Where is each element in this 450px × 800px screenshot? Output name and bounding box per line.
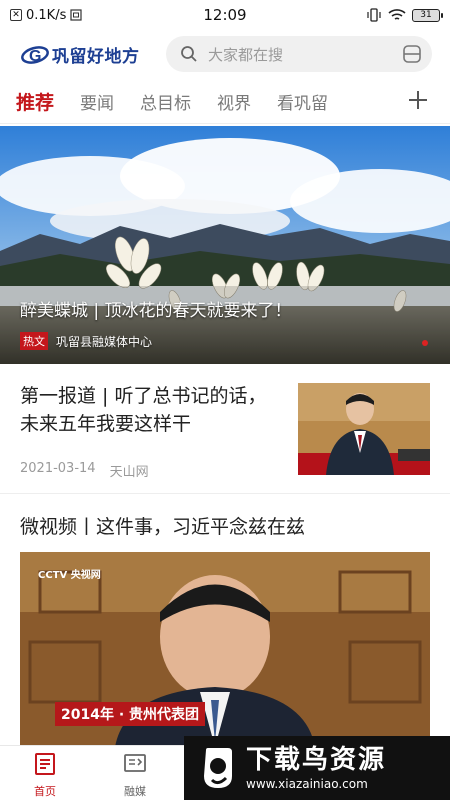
video-news-title[interactable]: 微视频丨这件事，习近平念兹在兹 xyxy=(20,512,305,539)
svg-text:G: G xyxy=(29,48,41,65)
hero-title[interactable]: 醉美蝶城 | 顶冰花的春天就要来了！ xyxy=(20,296,292,321)
tab-vision[interactable]: 视界 xyxy=(217,89,251,114)
news-item[interactable]: 第一报道 | 听了总书记的话，未来五年我要这样干 2021-03-14 天山网 xyxy=(0,364,450,494)
hero-image xyxy=(0,126,450,364)
tab-recommend[interactable]: 推荐 xyxy=(16,88,54,115)
video-thumbnail[interactable]: CCTV 央视网 2014年 · 贵州代表团 xyxy=(20,552,430,747)
news-source: 天山网 xyxy=(109,465,149,480)
news-meta: 2021-03-14 天山网 xyxy=(20,461,149,480)
hot-badge: 热文 xyxy=(20,332,48,350)
nav-media-label: 融媒 xyxy=(124,785,146,798)
watermark-text: 下载鸟资源 www.xiazainiao.com xyxy=(246,745,386,791)
tab-general-goal[interactable]: 总目标 xyxy=(140,89,191,114)
nav-media[interactable]: 融媒 xyxy=(105,752,165,799)
watermark-title: 下载鸟资源 xyxy=(246,745,387,775)
watermark-url: www.xiazainiao.com xyxy=(246,777,368,791)
cctv-logo: CCTV 央视网 xyxy=(38,570,101,581)
hero-source: 巩留县融媒体中心 xyxy=(56,334,153,349)
close-notification-icon: ✕ xyxy=(10,9,22,21)
scan-icon[interactable] xyxy=(402,44,422,64)
nav-home[interactable]: 首页 xyxy=(15,752,75,799)
hero-banner[interactable]: 醉美蝶城 | 顶冰花的春天就要来了！ 热文 巩留县融媒体中心 xyxy=(0,126,450,364)
sim-icon xyxy=(70,9,82,21)
home-news-icon xyxy=(35,753,55,775)
status-right: 31 xyxy=(290,8,443,22)
news-title[interactable]: 第一报道 | 听了总书记的话，未来五年我要这样干 xyxy=(20,382,270,438)
wifi-icon xyxy=(388,9,406,20)
nav-home-label: 首页 xyxy=(34,785,56,798)
carousel-indicator xyxy=(422,340,428,346)
vibrate-icon xyxy=(367,8,381,22)
battery-icon: 31 xyxy=(412,8,443,22)
clock: 12:09 xyxy=(203,6,247,24)
app-header: G 巩留好地方 大家都在搜 xyxy=(0,30,450,78)
tab-headlines[interactable]: 要闻 xyxy=(80,89,114,114)
status-bar: ✕ 0.1K/s 12:09 31 xyxy=(0,0,450,30)
add-channel-icon[interactable] xyxy=(406,88,430,112)
status-left: ✕ 0.1K/s xyxy=(10,8,160,23)
news-date: 2021-03-14 xyxy=(20,461,96,476)
search-input[interactable]: 大家都在搜 xyxy=(166,36,432,72)
hero-meta: 热文 巩留县融媒体中心 xyxy=(20,332,152,350)
bird-logo-icon xyxy=(204,748,232,788)
search-icon xyxy=(181,46,197,62)
watermark-overlay: 下载鸟资源 www.xiazainiao.com xyxy=(184,736,450,800)
media-icon xyxy=(124,754,146,772)
tab-gongliu[interactable]: 看巩留 xyxy=(277,89,328,114)
search-placeholder: 大家都在搜 xyxy=(208,45,284,64)
news-thumbnail[interactable] xyxy=(298,383,430,475)
app-logo[interactable]: G 巩留好地方 xyxy=(20,42,160,67)
network-speed: 0.1K/s xyxy=(26,7,67,23)
logo-text: 巩留好地方 xyxy=(52,46,140,67)
video-caption: 2014年 · 贵州代表团 xyxy=(55,702,206,726)
logo-mark-icon: G xyxy=(21,46,49,65)
channel-tabs: 推荐 要闻 总目标 视界 看巩留 xyxy=(0,80,450,124)
